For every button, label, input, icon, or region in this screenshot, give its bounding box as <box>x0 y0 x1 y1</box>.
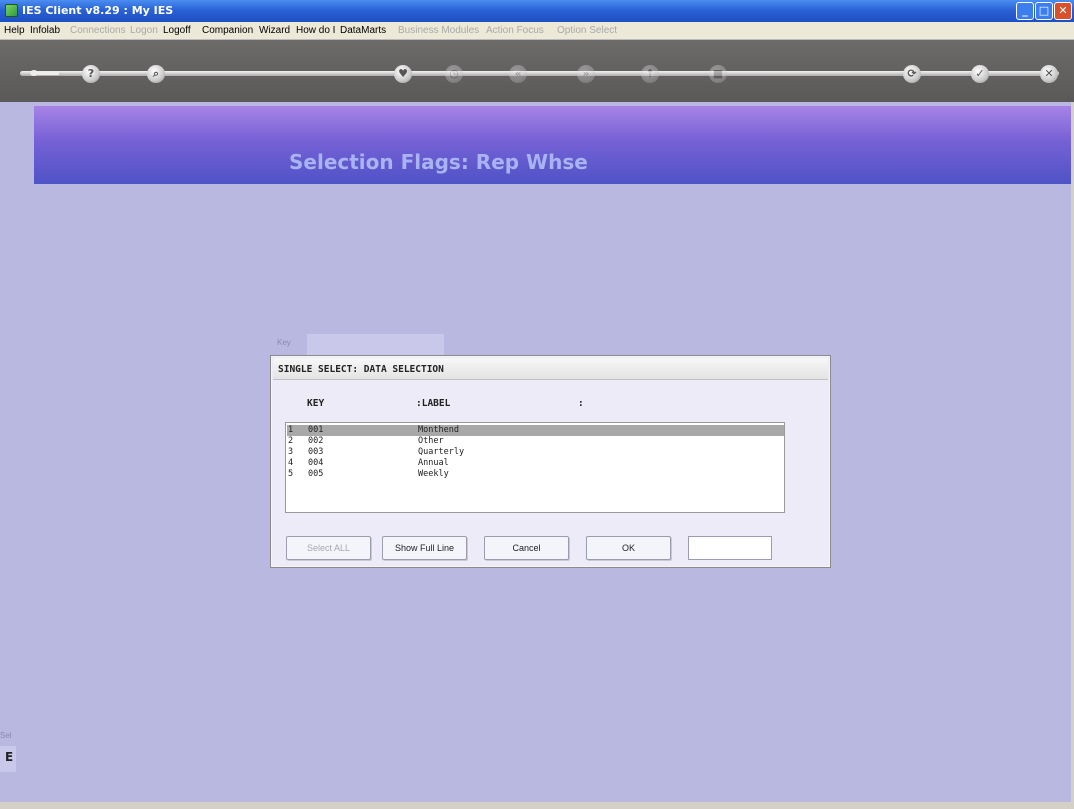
list-item[interactable]: 1 001 Monthend <box>287 425 784 436</box>
window-title: IES Client v8.29 : My IES <box>22 4 174 17</box>
check-icon[interactable]: ✓ <box>971 65 989 83</box>
menu-how-do-i[interactable]: How do I <box>296 25 335 36</box>
select-all-button: Select ALL <box>286 536 371 560</box>
close-icon[interactable]: ✕ <box>1040 65 1058 83</box>
app-icon <box>5 4 18 17</box>
key-icon[interactable] <box>30 68 60 78</box>
left-gutter <box>0 102 18 802</box>
selection-list[interactable]: 1 001 Monthend 2 002 Other 3 003 Quarter… <box>285 422 785 513</box>
row-label: Weekly <box>418 469 449 479</box>
row-label: Annual <box>418 458 449 468</box>
key-label: Key <box>277 338 291 347</box>
menu-companion[interactable]: Companion <box>202 25 253 36</box>
show-full-line-button[interactable]: Show Full Line <box>382 536 467 560</box>
row-number: 1 <box>288 425 294 435</box>
list-item[interactable]: 5 005 Weekly <box>287 469 784 480</box>
page-banner: Selection Flags: Rep Whse <box>34 106 1071 184</box>
row-number: 5 <box>288 469 294 479</box>
menu-logoff[interactable]: Logoff <box>163 25 191 36</box>
sel-field-value: E <box>5 750 14 764</box>
fast-forward-icon[interactable]: » <box>577 65 595 83</box>
column-header-label: :LABEL <box>416 398 451 409</box>
help-icon[interactable]: ? <box>82 65 100 83</box>
menu-infolab[interactable]: Infolab <box>30 25 60 36</box>
key-input[interactable] <box>307 334 444 356</box>
close-window-button[interactable]: ✕ <box>1054 2 1072 20</box>
window-titlebar: IES Client v8.29 : My IES _ □ ✕ <box>0 0 1074 22</box>
clock-icon[interactable]: ◷ <box>445 65 463 83</box>
row-label: Monthend <box>418 425 459 435</box>
row-number: 4 <box>288 458 294 468</box>
minimize-button[interactable]: _ <box>1016 2 1034 20</box>
menu-datamarts[interactable]: DataMarts <box>340 25 386 36</box>
menu-option-select: Option Select <box>557 25 618 36</box>
toolbar: ? ⌕ ♥ ◷ « » ⇡ ■ ⟳ ✓ ✕ <box>0 40 1074 102</box>
refresh-icon[interactable]: ⟳ <box>903 65 921 83</box>
search-icon[interactable]: ⌕ <box>147 65 165 83</box>
column-header-extra: : <box>578 398 584 409</box>
row-key: 001 <box>308 425 324 435</box>
stop-icon[interactable]: ■ <box>709 65 727 83</box>
menu-wizard[interactable]: Wizard <box>259 25 290 36</box>
menu-action-focus: Action Focus <box>486 25 544 36</box>
menu-connections: Connections <box>70 25 126 36</box>
menu-logon: Logon <box>130 25 158 36</box>
bottom-strip <box>0 802 1074 809</box>
menu-business-modules: Business Modules <box>398 25 480 36</box>
dialog-search-field[interactable] <box>688 536 772 560</box>
menu-help[interactable]: Help <box>4 25 25 36</box>
ok-button[interactable]: OK <box>586 536 671 560</box>
list-item[interactable]: 4 004 Annual <box>287 458 784 469</box>
heart-icon[interactable]: ♥ <box>394 65 412 83</box>
row-key: 004 <box>308 458 324 468</box>
dialog-title: SINGLE SELECT: DATA SELECTION <box>273 358 828 380</box>
row-key: 003 <box>308 447 324 457</box>
row-key: 005 <box>308 469 324 479</box>
single-select-dialog: SINGLE SELECT: DATA SELECTION KEY :LABEL… <box>270 355 831 568</box>
row-label: Quarterly <box>418 447 465 457</box>
column-header-key: KEY <box>307 398 325 409</box>
list-item[interactable]: 3 003 Quarterly <box>287 447 784 458</box>
rewind-icon[interactable]: « <box>509 65 527 83</box>
row-number: 2 <box>288 436 294 446</box>
row-label: Other <box>418 436 444 446</box>
list-item[interactable]: 2 002 Other <box>287 436 784 447</box>
sel-label: Sel <box>0 731 12 740</box>
upload-icon[interactable]: ⇡ <box>641 65 659 83</box>
page-title: Selection Flags: Rep Whse <box>289 150 588 174</box>
row-number: 3 <box>288 447 294 457</box>
cancel-button[interactable]: Cancel <box>484 536 569 560</box>
menu-bar: Help Infolab Connections Logon Logoff Co… <box>0 22 1074 40</box>
row-key: 002 <box>308 436 324 446</box>
maximize-button[interactable]: □ <box>1035 2 1053 20</box>
